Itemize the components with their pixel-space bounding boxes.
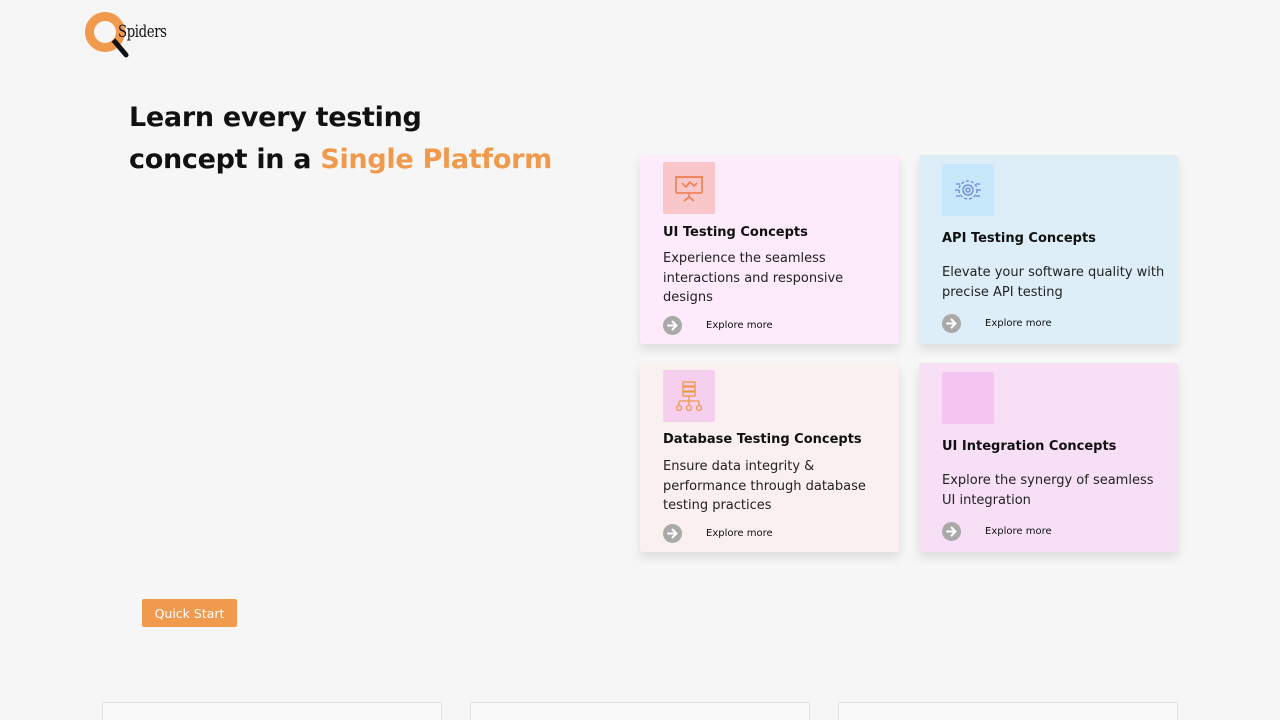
bottom-panel-2 xyxy=(470,702,810,720)
hero-accent: Single Platform xyxy=(320,144,552,175)
hero-line-2-prefix: concept in a xyxy=(129,144,321,175)
logo-text: Spiders xyxy=(118,22,167,42)
explore-more-link[interactable]: Explore more xyxy=(663,524,773,543)
card-description: Elevate your software quality with preci… xyxy=(942,265,1165,300)
bottom-panel-3 xyxy=(838,702,1178,720)
card-description: Ensure data integrity & performance thro… xyxy=(663,459,866,513)
qspiders-logo[interactable]: Spiders xyxy=(83,10,173,62)
ui-integration-card[interactable]: UI Integration Concepts Explore the syne… xyxy=(919,363,1178,552)
blank-icon xyxy=(942,372,994,424)
bottom-panel-1 xyxy=(102,702,442,720)
card-title: UI Integration Concepts xyxy=(942,439,1117,454)
card-title: API Testing Concepts xyxy=(942,231,1096,246)
api-testing-card[interactable]: API Testing Concepts Elevate your softwa… xyxy=(919,155,1178,344)
card-title: UI Testing Concepts xyxy=(663,225,808,240)
database-hierarchy-icon xyxy=(663,370,715,422)
database-testing-card[interactable]: Database Testing Concepts Ensure data in… xyxy=(640,363,899,552)
presentation-board-icon xyxy=(663,162,715,214)
explore-more-label: Explore more xyxy=(985,318,1052,329)
quick-start-button[interactable]: Quick Start xyxy=(142,599,237,627)
arrow-right-icon xyxy=(663,316,682,335)
hero-heading: Learn every testing concept in a Single … xyxy=(129,97,552,181)
explore-more-label: Explore more xyxy=(985,526,1052,537)
gear-network-icon xyxy=(942,164,994,216)
hero-line-1: Learn every testing xyxy=(129,102,422,133)
card-description: Explore the synergy of seamless UI integ… xyxy=(942,473,1154,508)
explore-more-label: Explore more xyxy=(706,320,773,331)
arrow-right-icon xyxy=(663,524,682,543)
card-description: Experience the seamless interactions and… xyxy=(663,251,844,305)
card-title: Database Testing Concepts xyxy=(663,432,862,447)
explore-more-label: Explore more xyxy=(706,528,773,539)
ui-testing-card[interactable]: UI Testing Concepts Experience the seaml… xyxy=(640,155,899,344)
arrow-right-icon xyxy=(942,522,961,541)
arrow-right-icon xyxy=(942,314,961,333)
explore-more-link[interactable]: Explore more xyxy=(663,316,773,335)
explore-more-link[interactable]: Explore more xyxy=(942,314,1052,333)
explore-more-link[interactable]: Explore more xyxy=(942,522,1052,541)
